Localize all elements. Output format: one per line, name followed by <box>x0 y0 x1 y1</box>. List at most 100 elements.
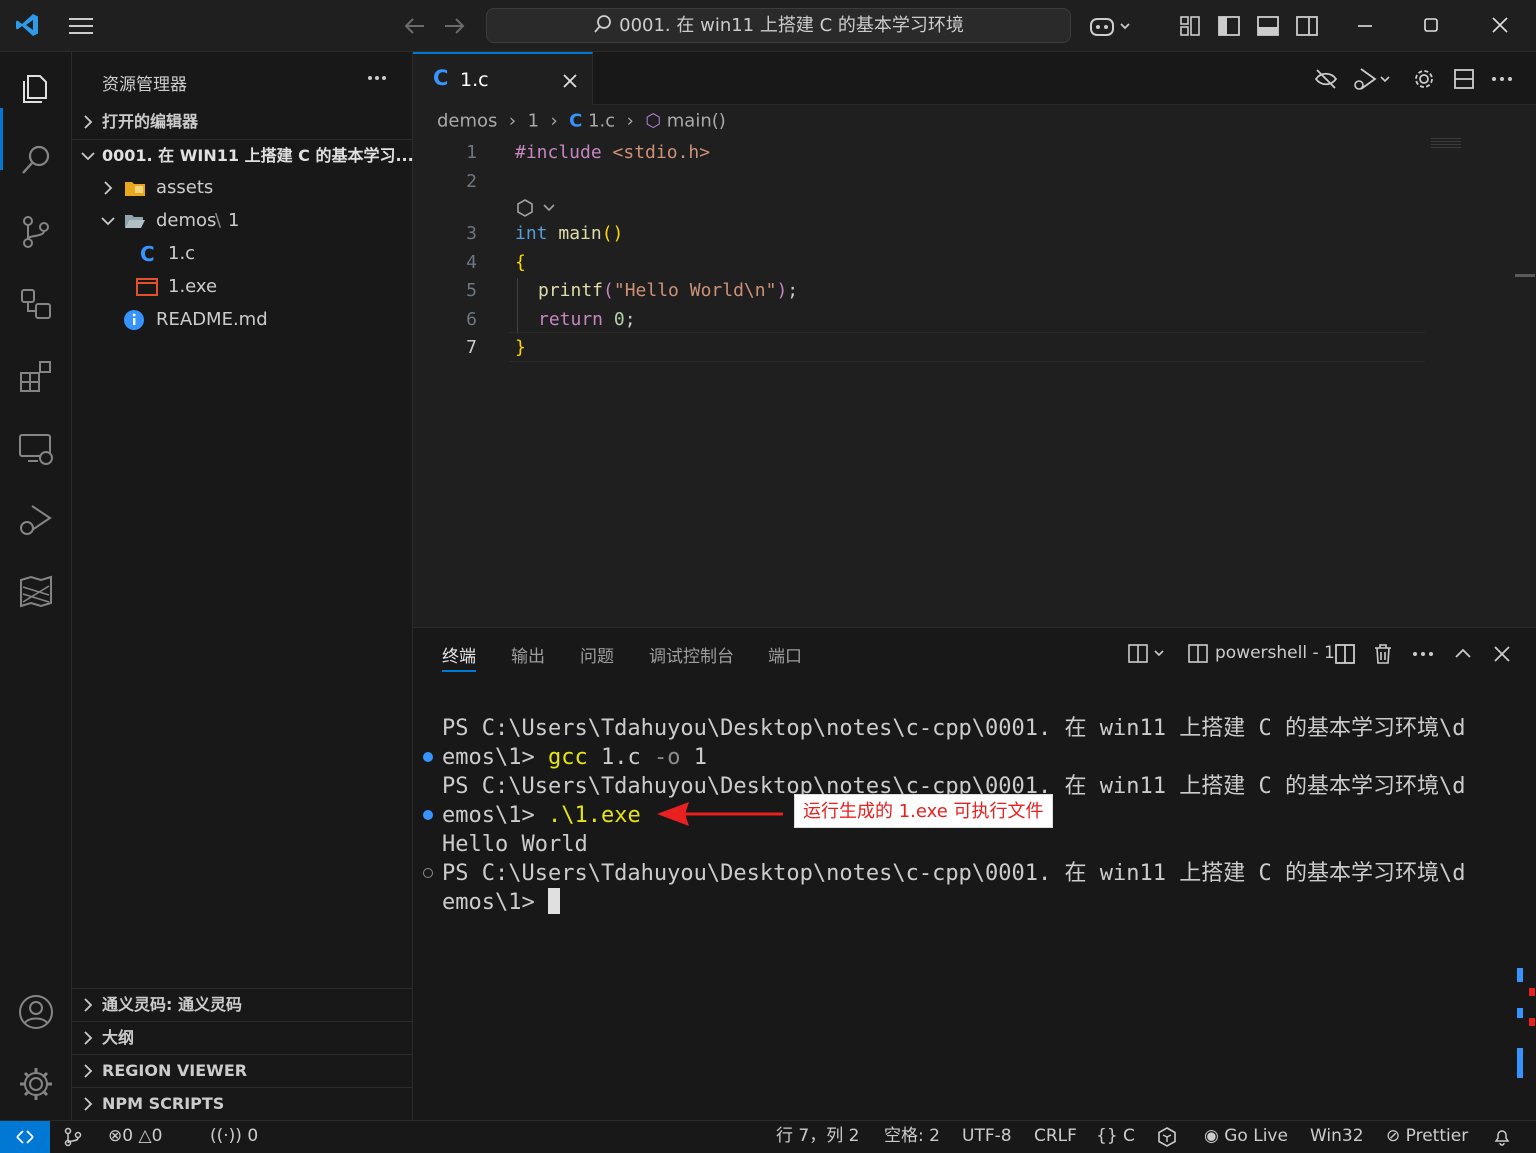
tree-item-label: 1.c <box>168 243 196 264</box>
close-window-icon[interactable] <box>1485 10 1515 40</box>
split-editor-icon[interactable] <box>1451 66 1477 92</box>
terminal-prompt: PS C:\Users\Tdahuyou\Desktop\notes\c-cpp… <box>442 716 1466 741</box>
tree-item-assets[interactable]: assets <box>72 172 412 204</box>
more-actions-icon[interactable] <box>365 66 389 90</box>
workspace-label: 0001. 在 WIN11 上搭建 C 的基本学习... <box>102 146 414 165</box>
trash-icon[interactable] <box>1371 642 1395 666</box>
command-success-dot[interactable] <box>423 752 433 762</box>
more-actions-icon[interactable] <box>1411 642 1435 666</box>
ports-indicator[interactable]: ((·)) 0 <box>210 1121 258 1151</box>
cursor-position[interactable]: 行 7，列 2 <box>776 1121 859 1151</box>
broadcast-icon: ((·)) <box>210 1126 242 1146</box>
run-debug-icon[interactable] <box>16 500 56 540</box>
open-folder-icon <box>125 215 145 228</box>
source-control-icon[interactable] <box>16 212 56 252</box>
end-of-line[interactable]: CRLF <box>1034 1121 1077 1151</box>
tab-1c[interactable]: C 1.c <box>413 52 593 105</box>
warning-count: 0 <box>151 1126 163 1146</box>
new-terminal-layout-icon[interactable] <box>1127 642 1169 666</box>
line-number: 7 <box>466 337 477 358</box>
extensions-icon[interactable] <box>16 356 56 396</box>
explorer-icon[interactable] <box>16 68 56 108</box>
run-debug-dropdown-icon[interactable] <box>1351 66 1393 92</box>
hamburger-menu-icon[interactable] <box>66 14 96 38</box>
region-viewer-section[interactable]: REGION VIEWER <box>72 1054 412 1086</box>
terminal-cursor <box>547 888 560 914</box>
chevron-up-icon[interactable] <box>1451 642 1475 666</box>
chevron-right-icon <box>84 1097 93 1111</box>
account-icon[interactable] <box>16 992 56 1032</box>
problems-indicator[interactable]: ⊗0 △0 <box>108 1121 162 1151</box>
tab-ports[interactable]: 端口 <box>768 642 802 672</box>
tongyi-icon[interactable] <box>1156 1126 1178 1148</box>
toggle-secondary-sidebar-icon[interactable] <box>1293 12 1321 40</box>
eye-closed-icon[interactable] <box>1313 66 1339 92</box>
code-line: int main() <box>515 223 624 244</box>
tree-item-1exe[interactable]: 1.exe <box>72 271 412 303</box>
tab-problems[interactable]: 问题 <box>580 642 614 672</box>
breadcrumb-item[interactable]: 1 <box>528 111 539 132</box>
tab-terminal[interactable]: 终端 <box>442 642 476 672</box>
tree-item-readme[interactable]: README.md <box>72 304 412 336</box>
git-branch-icon[interactable] <box>62 1127 84 1147</box>
chevron-right-icon <box>84 1031 93 1045</box>
indentation[interactable]: 空格: 2 <box>884 1121 940 1151</box>
remote-explorer-icon[interactable] <box>16 284 56 324</box>
terminal-command: gcc <box>547 745 588 770</box>
tab-output[interactable]: 输出 <box>511 642 545 672</box>
terminal-output-line: Hello World <box>442 832 588 857</box>
remote-window-icon[interactable] <box>16 428 56 468</box>
breadcrumb-item[interactable]: demos <box>437 111 497 132</box>
outline-section[interactable]: 大纲 <box>72 1021 412 1053</box>
toggle-panel-icon[interactable] <box>1254 12 1282 40</box>
maximize-icon[interactable] <box>1416 10 1446 40</box>
line-number: 5 <box>466 280 477 301</box>
chevron-right-icon: › <box>544 110 564 132</box>
map-icon[interactable] <box>16 572 56 612</box>
minimap[interactable] <box>1431 138 1461 150</box>
error-count: 0 <box>122 1126 134 1146</box>
tree-item-1c[interactable]: C 1.c <box>72 238 412 270</box>
command-center-search[interactable]: 0001. 在 win11 上搭建 C 的基本学习环境 <box>486 8 1071 43</box>
terminal-name[interactable]: powershell - 1 <box>1215 643 1335 663</box>
prettier-status[interactable]: ⊘ Prettier <box>1386 1121 1468 1151</box>
split-terminal-icon[interactable] <box>1333 642 1357 666</box>
back-arrow-icon[interactable] <box>402 14 428 38</box>
code-line: } <box>515 337 526 358</box>
workspace-section[interactable]: 0001. 在 WIN11 上搭建 C 的基本学习... <box>72 139 414 171</box>
toggle-primary-sidebar-icon[interactable] <box>1215 12 1243 40</box>
encoding[interactable]: UTF-8 <box>962 1121 1012 1151</box>
customize-layout-icon[interactable] <box>1176 12 1204 40</box>
minimize-icon[interactable] <box>1350 10 1380 40</box>
section-label: NPM SCRIPTS <box>102 1094 225 1113</box>
tongyi-section[interactable]: 通义灵码: 通义灵码 <box>72 988 412 1020</box>
breadcrumb-item[interactable]: main() <box>667 111 726 132</box>
tab-debug-console[interactable]: 调试控制台 <box>649 642 734 672</box>
codelens-ai-icon[interactable] <box>515 198 559 218</box>
go-live-button[interactable]: ◉ Go Live <box>1204 1121 1288 1151</box>
terminal-prompt: emos\1> <box>442 890 548 915</box>
language-label: C <box>1123 1126 1135 1146</box>
remote-indicator[interactable] <box>0 1121 50 1153</box>
more-actions-icon[interactable] <box>1489 66 1515 92</box>
open-editors-section[interactable]: 打开的编辑器 <box>72 106 412 138</box>
search-icon[interactable] <box>16 140 56 180</box>
breadcrumb-item[interactable]: 1.c <box>588 111 615 132</box>
tree-item-demos[interactable]: demos \ 1 <box>72 205 412 237</box>
command-success-dot[interactable] <box>423 810 433 820</box>
settings-gear-icon[interactable] <box>16 1064 56 1104</box>
settings-gear-icon[interactable] <box>1411 66 1437 92</box>
scrollbar-slider[interactable] <box>1515 274 1535 277</box>
close-panel-icon[interactable] <box>1490 642 1514 666</box>
terminal-command: .\1.exe <box>547 803 641 828</box>
command-pending-dot[interactable] <box>423 868 433 878</box>
copilot-icon[interactable] <box>1088 12 1134 40</box>
close-tab-icon[interactable] <box>561 72 579 90</box>
sidebar-title: 资源管理器 <box>102 75 187 95</box>
platform[interactable]: Win32 <box>1310 1121 1364 1151</box>
title-bar: 0001. 在 win11 上搭建 C 的基本学习环境 <box>0 0 1536 52</box>
forward-arrow-icon[interactable] <box>441 14 467 38</box>
language-mode[interactable]: {} C <box>1096 1121 1135 1151</box>
npm-scripts-section[interactable]: NPM SCRIPTS <box>72 1087 412 1119</box>
bell-icon[interactable] <box>1492 1127 1512 1147</box>
